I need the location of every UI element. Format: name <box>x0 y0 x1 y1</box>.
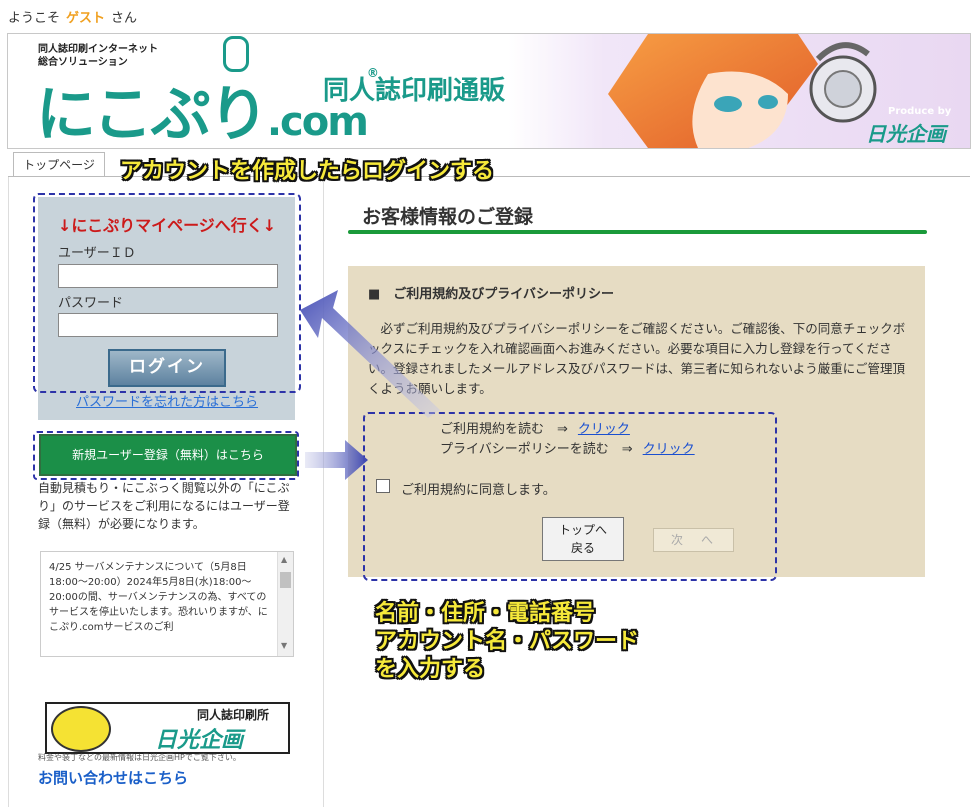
guest-name: ゲスト <box>66 11 106 26</box>
news-scrollbar[interactable]: ▲ ▼ <box>277 552 293 656</box>
company-logo-text: 日光企画 <box>866 122 946 146</box>
greeting-prefix: ようこそ <box>8 11 61 26</box>
scroll-up-icon[interactable]: ▲ <box>281 555 287 564</box>
terms-heading: ■ ご利用規約及びプライバシーポリシー <box>368 287 615 302</box>
nikko-kikaku-logo[interactable]: 同人誌印刷所 日光企画 <box>45 702 290 754</box>
footer-note: 料金や装丁などの最新情報は日光企画HPでご覧下さい。 <box>38 753 241 762</box>
greeting-suffix: さん <box>111 11 138 26</box>
site-banner[interactable]: 同人誌印刷インターネット 総合ソリューション にこぷり.com® 同人誌印刷通販… <box>7 33 971 149</box>
produce-by-label: Produce by <box>888 106 952 117</box>
annotation-box-terms <box>363 412 777 581</box>
news-box[interactable]: 4/25 サーバメンテナンスについて（5月8日18:00～20:00）2024年… <box>40 551 294 657</box>
title-underline <box>348 230 927 234</box>
footer-logo-sub: 同人誌印刷所 <box>197 708 270 722</box>
terms-body: 必ずご利用規約及びプライバシーポリシーをご確認ください。ご確認後、下の同意チェッ… <box>368 321 906 396</box>
tab-top-page[interactable]: トップページ <box>13 152 105 177</box>
contact-link[interactable]: お問い合わせはこちら <box>38 767 188 788</box>
register-note: 自動見積もり・にこぶっく閲覧以外の「にこぷり」のサービスをご利用になるにはユーザ… <box>38 481 290 531</box>
logo-text: にこぷり <box>36 80 269 149</box>
mascot-icon <box>51 706 111 752</box>
callout-line-2: アカウント名・パスワード <box>375 629 640 654</box>
callout-line-3: を入力する <box>375 657 486 682</box>
news-item: 4/25 サーバメンテナンスについて（5月8日18:00～20:00）2024年… <box>49 560 271 635</box>
banner-tagline-1: 同人誌印刷インターネット <box>38 44 158 55</box>
greeting: ようこそ ゲスト さん <box>8 7 137 26</box>
callout-input-instruction: 名前・住所・電話番号 アカウント名・パスワード を入力する <box>375 600 639 684</box>
scroll-thumb[interactable] <box>280 572 291 588</box>
callout-line-1: 名前・住所・電話番号 <box>375 601 596 626</box>
forgot-password-link[interactable]: パスワードを忘れた方はこちら <box>76 391 258 410</box>
annotation-box-login <box>33 193 301 393</box>
news-date: 4/25 <box>49 562 72 573</box>
banner-service-title: 同人誌印刷通販 <box>323 76 506 106</box>
page-title: お客様情報のご登録 <box>362 206 534 228</box>
callout-login-instruction: アカウントを作成したらログインする <box>120 159 495 184</box>
annotation-box-register <box>33 431 299 480</box>
scroll-down-icon[interactable]: ▼ <box>281 641 287 650</box>
footer-logo-brand: 日光企画 <box>155 728 244 753</box>
news-text: サーバメンテナンスについて（5月8日18:00～20:00）2024年5月8日(… <box>49 562 268 633</box>
